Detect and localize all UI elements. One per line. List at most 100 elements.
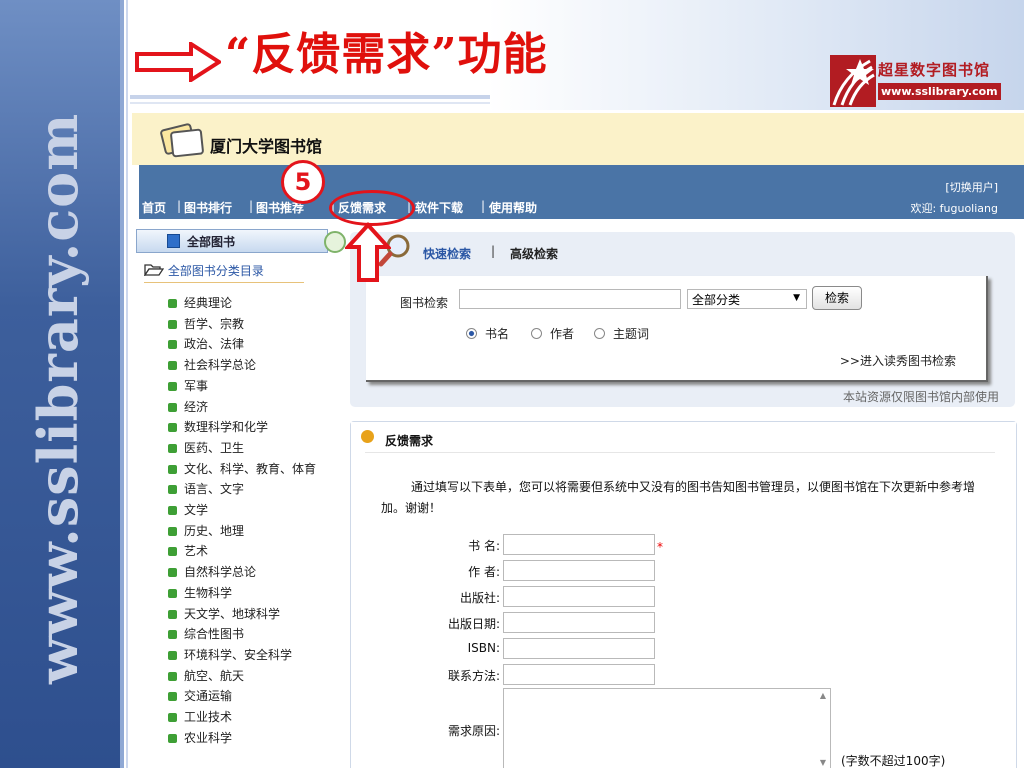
scroll-up-icon[interactable]: ▲ (820, 691, 826, 700)
nav-home[interactable]: 首页 (142, 199, 166, 216)
bullet-icon (168, 733, 177, 743)
category-select[interactable]: 全部分类 ▼ (687, 289, 807, 309)
nav-help[interactable]: 使用帮助 (489, 199, 537, 216)
all-books-tab-label: 全部图书 (187, 235, 236, 249)
library-logo-icon (160, 123, 204, 158)
category-item[interactable]: 历史、地理 (166, 521, 346, 542)
category-list: 经典理论 哲学、宗教政治、法律社会科学总论军事经济数理科学和化学医药、卫生文化、科… (166, 293, 346, 748)
bullet-icon (168, 630, 177, 640)
bullet-icon (168, 340, 177, 350)
feedback-intro: 通过填写以下表单，您可以将需要但系统中又没有的图书告知图书管理员，以便图书馆在下… (381, 480, 976, 515)
radio-title[interactable]: 书名 (466, 325, 509, 342)
radio-unchecked-icon (531, 328, 542, 339)
all-categories-link[interactable]: 全部图书分类目录 (143, 262, 264, 279)
up-arrow-icon (345, 222, 391, 282)
category-item[interactable]: 艺术 (166, 541, 346, 562)
radio-author[interactable]: 作者 (531, 325, 574, 342)
category-item[interactable]: 社会科学总论 (166, 355, 346, 376)
category-item[interactable]: 军事 (166, 376, 346, 397)
category-item[interactable]: 语言、文字 (166, 479, 346, 500)
folder-open-icon (143, 264, 165, 278)
field-label-reason: 需求原因: (447, 724, 500, 738)
highlight-ellipse (329, 190, 415, 226)
tab-quick-search[interactable]: 快速检索 (423, 245, 471, 262)
category-label: 文学 (184, 503, 209, 518)
category-item[interactable]: 航空、航天 (166, 666, 346, 687)
book-title-field[interactable] (503, 534, 655, 555)
feedback-panel: 反馈需求 通过填写以下表单，您可以将需要但系统中又没有的图书告知图书管理员，以便… (350, 421, 1017, 768)
category-item[interactable]: 经典理论 (166, 293, 346, 314)
category-label: 政治、法律 (184, 337, 245, 352)
switch-user-link[interactable]: [切换用户] (945, 179, 998, 195)
category-item[interactable]: 自然科学总论 (166, 562, 346, 583)
required-mark: * (657, 540, 663, 554)
author-field[interactable] (503, 560, 655, 581)
bullet-icon (168, 692, 177, 702)
category-label: 交通运输 (184, 689, 233, 704)
isbn-field[interactable] (503, 638, 655, 659)
all-books-tab[interactable]: 全部图书 (136, 229, 328, 253)
search-label: 图书检索 (400, 296, 449, 310)
bullet-icon (168, 568, 177, 578)
slide-left-strip: www.sslibrary.com (0, 0, 120, 768)
bullet-icon (168, 299, 177, 308)
reason-textarea[interactable]: ▲ ▼ (503, 688, 831, 768)
category-item[interactable]: 农业科学 (166, 728, 346, 749)
nav-separator: | (249, 199, 254, 213)
category-item[interactable]: 哲学、宗教 (166, 314, 346, 335)
category-item[interactable]: 数理科学和化学 (166, 417, 346, 438)
category-item[interactable]: 交通运输 (166, 686, 346, 707)
scroll-down-icon[interactable]: ▼ (820, 758, 826, 767)
publisher-field[interactable] (503, 586, 655, 607)
category-label: 医药、卫生 (184, 440, 245, 455)
category-label: 自然科学总论 (184, 565, 257, 580)
duxiu-search-link[interactable]: >>进入读秀图书检索 (840, 352, 956, 369)
category-item[interactable]: 医药、卫生 (166, 438, 346, 459)
bullet-icon (168, 713, 177, 723)
category-item[interactable]: 生物科学 (166, 583, 346, 604)
strip-divider-thin (126, 0, 128, 768)
category-item[interactable]: 天文学、地球科学 (166, 604, 346, 625)
category-item[interactable]: 环境科学、安全科学 (166, 645, 346, 666)
nav-download[interactable]: 软件下载 (415, 199, 463, 216)
tab-advanced-search[interactable]: 高级检索 (510, 245, 558, 262)
library-website: 厦门大学图书馆 首页 | 图书排行 | 图书推荐 | 反馈需求 | 软件下载 |… (132, 113, 1024, 768)
tab-separator: | (491, 244, 496, 258)
category-item[interactable]: 文化、科学、教育、体育 (166, 459, 346, 480)
pubdate-field[interactable] (503, 612, 655, 633)
category-item[interactable]: 政治、法律 (166, 334, 346, 355)
category-label: 工业技术 (184, 710, 233, 725)
nav-ranking[interactable]: 图书排行 (184, 199, 232, 216)
sslibrary-logo: 超星数字图书馆 www.sslibrary.com (830, 55, 1010, 107)
category-item[interactable]: 工业技术 (166, 707, 346, 728)
search-button[interactable]: 检索 (812, 286, 862, 310)
category-label: 历史、地理 (184, 523, 245, 538)
category-label: 经济 (184, 399, 209, 414)
field-label-isbn: ISBN: (467, 641, 500, 655)
category-label: 生物科学 (184, 585, 233, 600)
bullet-icon (168, 485, 177, 495)
category-item[interactable]: 文学 (166, 500, 346, 521)
title-underline (130, 95, 490, 99)
radio-checked-icon (466, 328, 477, 339)
category-label: 文化、科学、教育、体育 (184, 461, 317, 476)
category-item[interactable]: 经济 (166, 397, 346, 418)
search-input[interactable] (459, 289, 681, 309)
bullet-icon (168, 506, 177, 516)
feedback-title: 反馈需求 (385, 434, 434, 448)
collapse-toggle-icon[interactable] (324, 231, 346, 253)
step-number-badge: 5 (281, 160, 325, 204)
radio-label: 作者 (550, 327, 575, 341)
radio-subject[interactable]: 主题词 (594, 325, 649, 342)
contact-field[interactable] (503, 664, 655, 685)
access-notice: 本站资源仅限图书馆内部使用 (842, 390, 999, 404)
site-header: 厦门大学图书馆 (132, 113, 1024, 165)
title-underline-thin (130, 102, 490, 104)
sidebar-divider (144, 282, 304, 283)
category-sidebar: 全部图书 全部图书分类目录 经典理论 哲学、宗教政治、法律社会科学总论军事经济数理… (134, 229, 346, 768)
category-label: 艺术 (184, 544, 209, 559)
category-label: 军事 (184, 378, 209, 393)
category-item[interactable]: 综合性图书 (166, 624, 346, 645)
category-label: 农业科学 (184, 730, 233, 745)
category-label: 天文学、地球科学 (184, 606, 281, 621)
